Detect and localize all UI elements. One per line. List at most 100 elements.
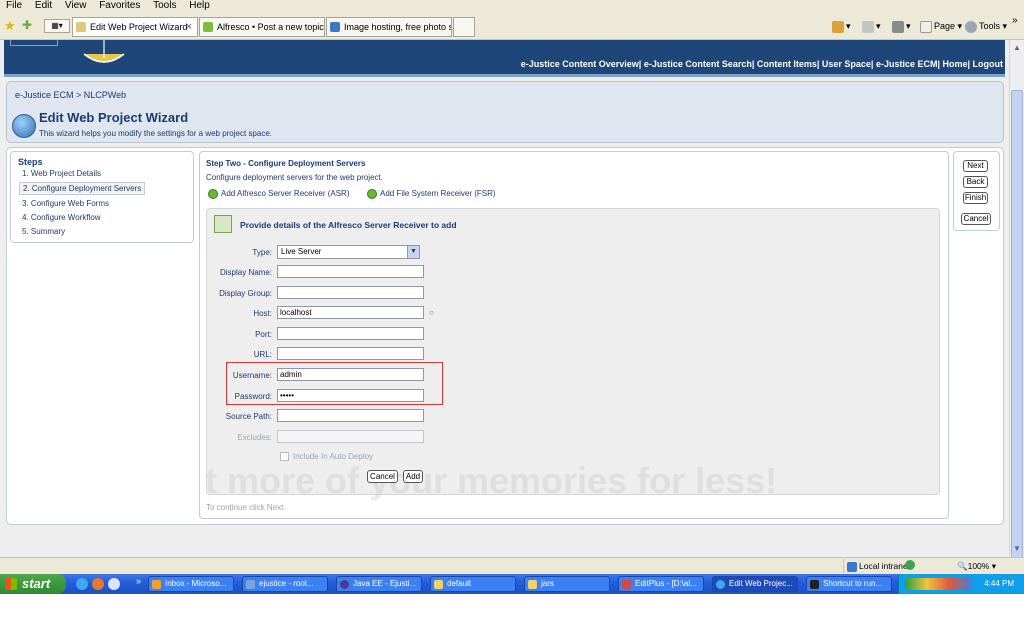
clock[interactable]: 4:44 PM (984, 579, 1014, 588)
finish-button[interactable]: Finish (963, 192, 988, 204)
system-tray: 4:44 PM (898, 574, 1024, 594)
quick-launch-firefox-icon[interactable] (92, 578, 104, 590)
help-icon[interactable]: ○ (429, 308, 434, 317)
menu-bar: File Edit View Favorites Tools Help (0, 0, 1024, 13)
page-title: Edit Web Project Wizard (39, 110, 189, 125)
page-icon (76, 22, 86, 32)
taskbar-item[interactable]: default (430, 576, 516, 592)
vertical-scrollbar[interactable]: ▲ ▼ (1009, 40, 1024, 570)
feeds-icon (862, 20, 874, 33)
close-tab-icon[interactable]: × (186, 18, 192, 36)
menu-view[interactable]: View (65, 0, 87, 12)
add-icon (208, 189, 218, 199)
excludes-label: Excludes: (237, 433, 272, 442)
step-item-selected: 2. Configure Deployment Servers (19, 182, 146, 195)
tab-alfresco-post[interactable]: Alfresco • Post a new topic (199, 17, 325, 37)
form-add-button[interactable]: Add (403, 470, 423, 483)
logo-frame (10, 40, 58, 46)
quick-launch-app-icon[interactable] (108, 578, 120, 590)
excludes-input[interactable] (277, 430, 424, 443)
type-select[interactable]: Live Server ▼ (277, 245, 420, 259)
add-fsr-link[interactable]: Add File System Receiver (FSR) (367, 189, 496, 199)
steps-heading: Steps (18, 157, 43, 167)
display-group-input[interactable] (277, 286, 424, 299)
page-icon (920, 20, 932, 33)
continue-hint: To continue click Next. (206, 503, 286, 512)
zoom-control[interactable]: 🔍100% ▾ (957, 559, 996, 573)
taskbar-item[interactable]: EditPlus - [D:\al... (618, 576, 704, 592)
section-title: Step Two - Configure Deployment Servers (206, 159, 366, 168)
taskbar-item[interactable]: jars (524, 576, 610, 592)
add-favorite-icon[interactable]: ✚ (22, 18, 32, 32)
port-input[interactable] (277, 327, 424, 340)
feeds-button[interactable]: ▾ (862, 19, 881, 33)
quick-launch-ie-icon[interactable] (76, 578, 88, 590)
host-input[interactable]: localhost (277, 306, 424, 319)
form-cancel-button[interactable]: Cancel (367, 470, 398, 483)
source-path-label: Source Path: (225, 412, 272, 421)
breadcrumb[interactable]: e-Justice ECM > NLCPWeb (15, 90, 126, 100)
server-receiver-icon (214, 215, 232, 233)
taskbar-item[interactable]: Shortcut to run... (806, 576, 892, 592)
wizard-header: e-Justice ECM > NLCPWeb Edit Web Project… (6, 81, 1004, 143)
scroll-down-icon[interactable]: ▼ (1010, 542, 1024, 556)
menu-favorites[interactable]: Favorites (99, 0, 140, 12)
page-menu-button[interactable]: Page ▾ (920, 19, 962, 33)
protected-mode-icon (905, 560, 915, 570)
windows-logo-icon (5, 578, 17, 590)
menu-tools[interactable]: Tools (153, 0, 176, 12)
taskbar-item-active[interactable]: Edit Web Projec... (712, 576, 798, 592)
new-tab-button[interactable] (453, 17, 475, 37)
menu-edit[interactable]: Edit (35, 0, 52, 12)
quick-launch-more-icon[interactable]: » (136, 576, 141, 586)
host-label: Host: (253, 309, 272, 318)
page-subtitle: This wizard helps you modify the setting… (39, 129, 272, 138)
display-name-label: Display Name: (219, 268, 272, 277)
print-button[interactable]: ▾ (892, 19, 911, 33)
photobucket-promo-watermark: t more of your memories for less! (205, 460, 778, 501)
url-input[interactable] (277, 347, 424, 360)
step-item: 5. Summary (22, 227, 66, 236)
add-asr-link[interactable]: Add Alfresco Server Receiver (ASR) (208, 189, 350, 199)
ie-icon (716, 580, 725, 589)
site-banner: e-Justice Content Overview| e-Justice Co… (4, 40, 1005, 77)
intranet-icon (847, 561, 857, 572)
tools-menu-button[interactable]: Tools ▾ (965, 19, 1007, 33)
scroll-up-icon[interactable]: ▲ (1010, 41, 1024, 55)
editplus-icon (622, 580, 631, 589)
photobucket-icon (330, 22, 340, 32)
scroll-thumb[interactable] (1011, 90, 1023, 570)
home-icon (832, 20, 844, 33)
steps-panel: Steps 1. Web Project Details 2. Configur… (10, 151, 194, 243)
tab-bar: ★ ✚ ▦▾ Edit Web Project Wizard × Alfresc… (0, 13, 1024, 40)
add-icon (367, 189, 377, 199)
next-button[interactable]: Next (963, 160, 988, 172)
web-project-icon (12, 114, 36, 138)
menu-help[interactable]: Help (189, 0, 210, 12)
source-path-input[interactable] (277, 409, 424, 422)
home-button[interactable]: ▾ (832, 19, 851, 33)
taskbar-item[interactable]: Java EE - Ejusti... (336, 576, 422, 592)
display-group-label: Display Group: (219, 289, 272, 298)
start-button[interactable]: start (0, 574, 66, 594)
tray-icons[interactable] (905, 578, 971, 590)
taskbar-item[interactable]: Inbox - Microso... (148, 576, 234, 592)
back-button[interactable]: Back (963, 176, 988, 188)
status-bar: Local intrane 🔍100% ▾ (0, 557, 1024, 574)
menu-file[interactable]: File (6, 0, 22, 12)
tab-image-hosting[interactable]: Image hosting, free photo sh... (326, 17, 452, 37)
chevron-down-icon[interactable]: ▼ (407, 246, 419, 258)
folder-icon (434, 580, 443, 589)
step-item: 3. Configure Web Forms (22, 199, 109, 208)
taskbar-item[interactable]: ejustice - root... (242, 576, 328, 592)
port-label: Port: (255, 330, 272, 339)
cancel-button[interactable]: Cancel (961, 213, 991, 225)
chevron-more-icon[interactable]: » (1012, 15, 1018, 26)
display-name-input[interactable] (277, 265, 424, 278)
justice-scales-logo (83, 40, 125, 63)
tab-edit-web-project-wizard[interactable]: Edit Web Project Wizard × (72, 17, 198, 37)
top-nav-links[interactable]: e-Justice Content Overview| e-Justice Co… (521, 59, 1003, 69)
alfresco-icon (203, 22, 213, 32)
quick-tabs-icon[interactable]: ▦▾ (44, 19, 70, 33)
favorites-star-icon[interactable]: ★ (4, 18, 16, 34)
